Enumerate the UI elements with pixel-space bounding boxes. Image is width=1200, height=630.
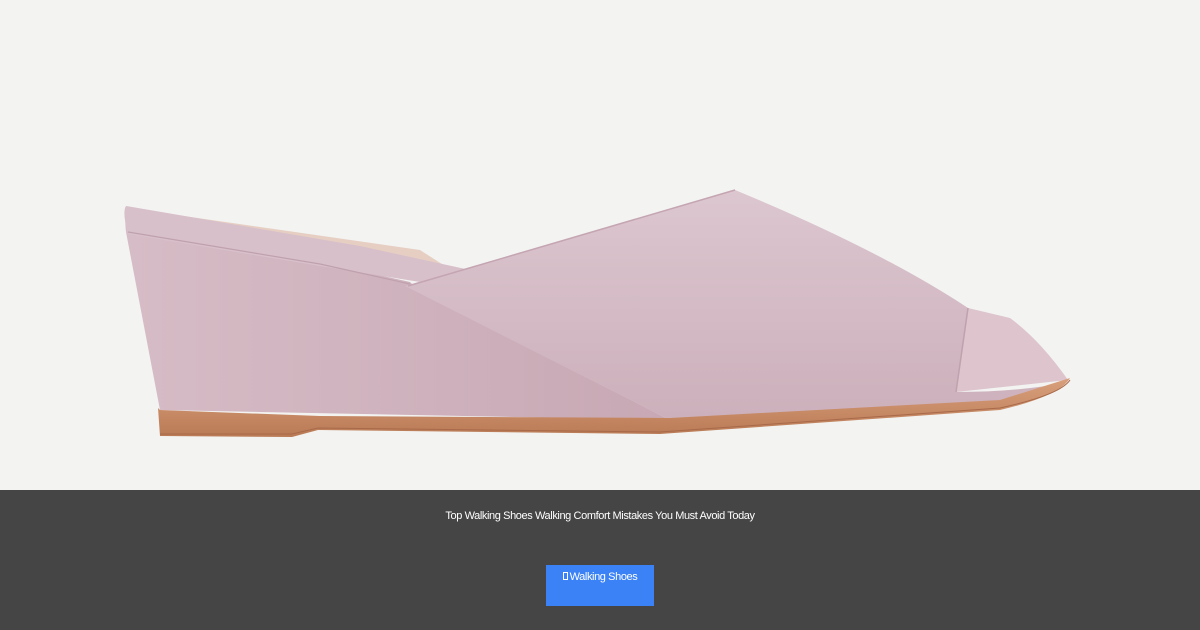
ad-card: Top Walking Shoes Walking Comfort Mistak…: [0, 0, 1200, 630]
wedge-sandal-illustration: [124, 189, 1071, 437]
product-image: [0, 0, 1200, 490]
missing-glyph-icon: [562, 572, 568, 580]
walking-shoes-button-label: Walking Shoes: [569, 571, 638, 583]
caption-bar: Top Walking Shoes Walking Comfort Mistak…: [0, 490, 1200, 630]
walking-shoes-button[interactable]: Walking Shoes: [546, 565, 654, 606]
headline: Top Walking Shoes Walking Comfort Mistak…: [445, 510, 755, 522]
